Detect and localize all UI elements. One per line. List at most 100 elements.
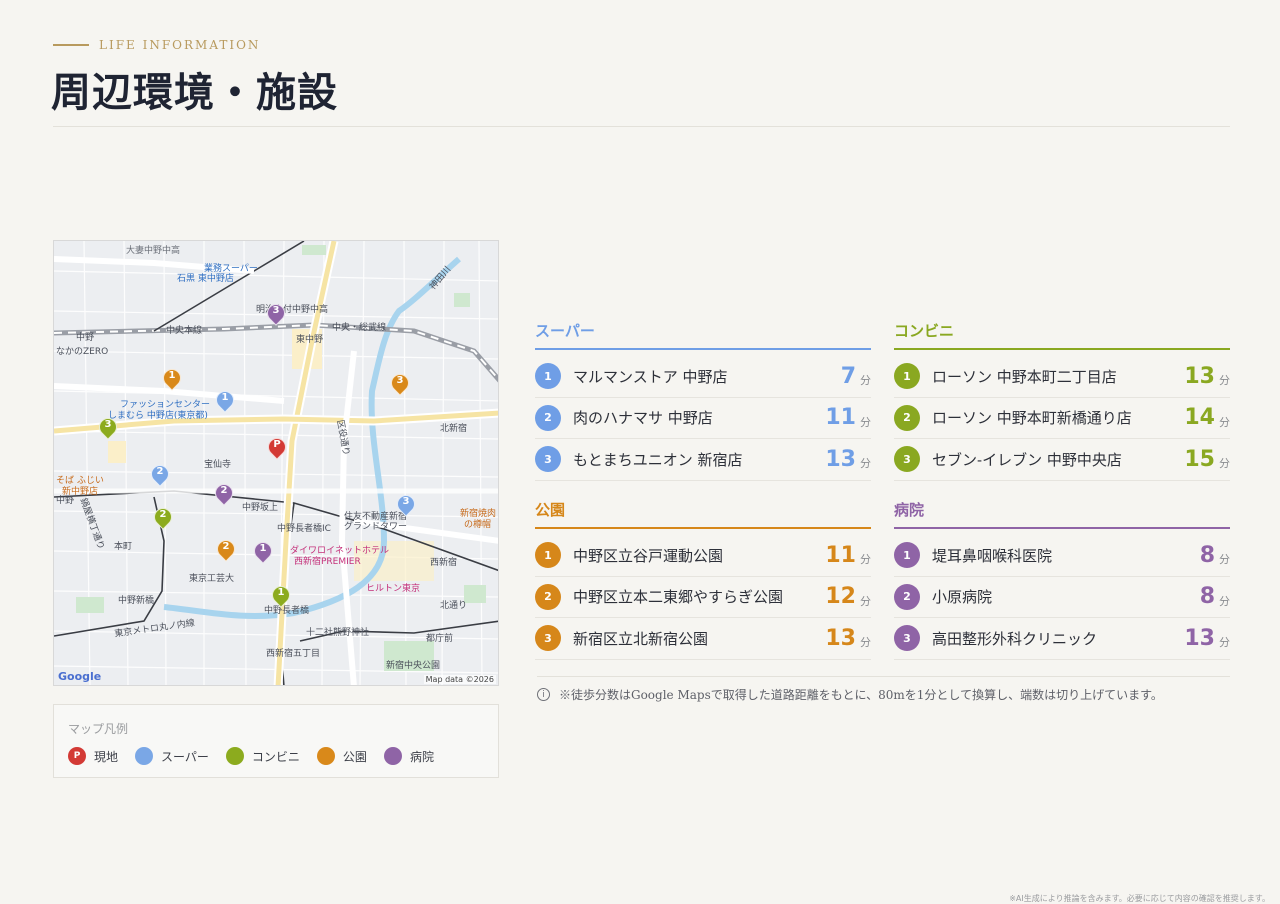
legend-label: コンビニ xyxy=(251,749,300,764)
map-label: 中野坂上 xyxy=(242,503,279,513)
facility-row: 2 小原病院 8 分 xyxy=(894,577,1230,618)
map-marker-number: 2 xyxy=(222,541,230,552)
category-hospital: 病院 1 堤耳鼻咽喉科医院 8 分 2 小原病院 8 分 3 高田整形外科クリニック 13 分 xyxy=(894,499,1230,660)
google-logo: Google xyxy=(58,670,102,683)
walking-minutes: 8 xyxy=(1199,542,1215,568)
category-convenience: コンビニ 1 ローソン 中野本町二丁目店 13 分 2 ローソン 中野本町新橋通り店 14 分 3… xyxy=(894,320,1230,481)
map-marker-hosp-2[interactable]: 2 xyxy=(211,480,237,510)
legend-label: 病院 xyxy=(409,749,434,764)
facility-name: 中野区立谷戸運動公園 xyxy=(573,546,724,565)
eyebrow-line xyxy=(53,44,89,46)
minutes-unit: 分 xyxy=(860,553,871,567)
map-marker-number: 3 xyxy=(272,305,280,316)
info-icon: i xyxy=(537,688,550,701)
rank-badge: 3 xyxy=(894,625,920,652)
header-divider xyxy=(53,126,1230,127)
map-marker-site-P[interactable]: P xyxy=(264,434,290,464)
walking-minutes: 7 xyxy=(840,363,856,389)
facility-row: 1 中野区立谷戸運動公園 11 分 xyxy=(535,535,871,577)
eyebrow: LIFE INFORMATION xyxy=(53,38,260,52)
map-marker-super-2[interactable]: 2 xyxy=(147,461,173,491)
category-rule xyxy=(894,527,1230,529)
map-marker-super-1[interactable]: 1 xyxy=(212,387,238,417)
rank-badge: 2 xyxy=(894,583,920,610)
legend-label: 公園 xyxy=(342,749,367,764)
walking-minutes: 11 xyxy=(825,405,856,431)
rank-badge: 3 xyxy=(535,446,561,473)
category-title: 公園 xyxy=(535,501,566,519)
rank-badge: 2 xyxy=(535,404,561,431)
legend-item: コンビニ xyxy=(225,747,300,765)
legend-dot-icon xyxy=(135,747,154,765)
category-rule xyxy=(535,348,871,350)
legend-item: P 現地 xyxy=(68,747,118,765)
map-label: 本町 xyxy=(114,542,133,552)
walking-minutes: 14 xyxy=(1184,405,1215,431)
minutes-unit: 分 xyxy=(1219,594,1230,608)
facility-name: ローソン 中野本町二丁目店 xyxy=(932,367,1117,386)
minutes-unit: 分 xyxy=(860,415,871,429)
map-label: 中野新橋 xyxy=(118,596,155,606)
minutes-unit: 分 xyxy=(1219,374,1230,388)
facility-row: 1 マルマンストア 中野店 7 分 xyxy=(535,356,871,398)
facility-row: 2 ローソン 中野本町新橋通り店 14 分 xyxy=(894,398,1230,439)
minutes-unit: 分 xyxy=(860,374,871,388)
page-title: 周辺環境・施設 xyxy=(51,70,338,116)
category-rule xyxy=(535,527,871,529)
walking-time-note: i ※徒歩分数はGoogle Mapsで取得した道路距離をもとに、80mを1分と… xyxy=(537,676,1230,703)
map-marker-number: 1 xyxy=(221,392,229,403)
walking-minutes: 13 xyxy=(825,625,856,651)
page: LIFE INFORMATION 周辺環境・施設 大妻中野中高 業務スーパー 石… xyxy=(0,0,1280,904)
category-rule xyxy=(894,348,1230,350)
map-marker-conv-1[interactable]: 1 xyxy=(268,582,294,612)
map-label: 中野長者橋IC xyxy=(277,524,331,534)
category-title: スーパー xyxy=(535,322,595,340)
legend-dot-icon xyxy=(225,747,244,765)
rank-badge: 2 xyxy=(535,583,561,610)
map-marker-number: 2 xyxy=(159,509,167,520)
map-marker-number: 3 xyxy=(402,496,410,507)
map-marker-number: 3 xyxy=(396,375,404,386)
map-marker-conv-2[interactable]: 2 xyxy=(150,504,176,534)
legend-item: 公園 xyxy=(316,747,367,765)
map-label: 西新宿五丁目 xyxy=(266,649,321,659)
map-marker-conv-3[interactable]: 3 xyxy=(95,414,121,444)
facility-name: セブン-イレブン 中野中央店 xyxy=(932,450,1122,469)
ai-disclaimer: ※AI生成により推論を含みます。必要に応じて内容の確認を推奨します。 xyxy=(1009,894,1270,903)
map-label: 中央・総武線 xyxy=(332,323,387,333)
map-label: 新宿中央公園 xyxy=(386,661,441,671)
map-marker-park-3[interactable]: 3 xyxy=(387,370,413,400)
map-marker-hosp-3[interactable]: 3 xyxy=(263,300,289,330)
map-marker-number: 1 xyxy=(168,370,176,381)
map-marker-park-2[interactable]: 2 xyxy=(213,536,239,566)
eyebrow-text: LIFE INFORMATION xyxy=(99,38,261,52)
facility-row: 2 肉のハナマサ 中野店 11 分 xyxy=(535,398,871,439)
map-label: 中央本線 xyxy=(166,326,203,336)
map-marker-number: 2 xyxy=(156,466,164,477)
note-text: ※徒歩分数はGoogle Mapsで取得した道路距離をもとに、80mを1分として… xyxy=(559,688,1163,702)
map-label: 西新宿 xyxy=(430,558,458,568)
facility-row: 3 セブン-イレブン 中野中央店 15 分 xyxy=(894,439,1230,481)
map-label: 石黒 東中野店 xyxy=(177,274,234,284)
facility-name: 高田整形外科クリニック xyxy=(932,629,1098,648)
map-label: 中野 xyxy=(56,496,75,506)
map-label: 宝仙寺 xyxy=(204,460,232,470)
area-map[interactable]: 大妻中野中高 業務スーパー 石黒 東中野店 明治大付中野中高 中央本線 東中野 中央・総武線… xyxy=(53,240,499,686)
map-legend: マップ凡例 P 現地 スーパー コンビニ 公園 病院 xyxy=(53,704,499,778)
rank-badge: 3 xyxy=(894,446,920,473)
legend-items: P 現地 スーパー コンビニ 公園 病院 xyxy=(68,747,451,765)
rank-badge: 1 xyxy=(894,363,920,390)
map-marker-number: 1 xyxy=(277,587,285,598)
rank-badge: 1 xyxy=(894,542,920,569)
rank-badge: 1 xyxy=(535,363,561,390)
legend-dot-icon: P xyxy=(68,747,86,765)
map-marker-hosp-1[interactable]: 1 xyxy=(250,538,276,568)
legend-dot-icon xyxy=(383,747,402,765)
map-marker-park-1[interactable]: 1 xyxy=(159,365,185,395)
facility-name: 小原病院 xyxy=(932,588,993,607)
map-marker-super-3[interactable]: 3 xyxy=(393,491,419,521)
map-label: 都庁前 xyxy=(426,634,454,644)
minutes-unit: 分 xyxy=(860,457,871,471)
map-marker-number: 1 xyxy=(259,543,267,554)
rank-badge: 2 xyxy=(894,404,920,431)
